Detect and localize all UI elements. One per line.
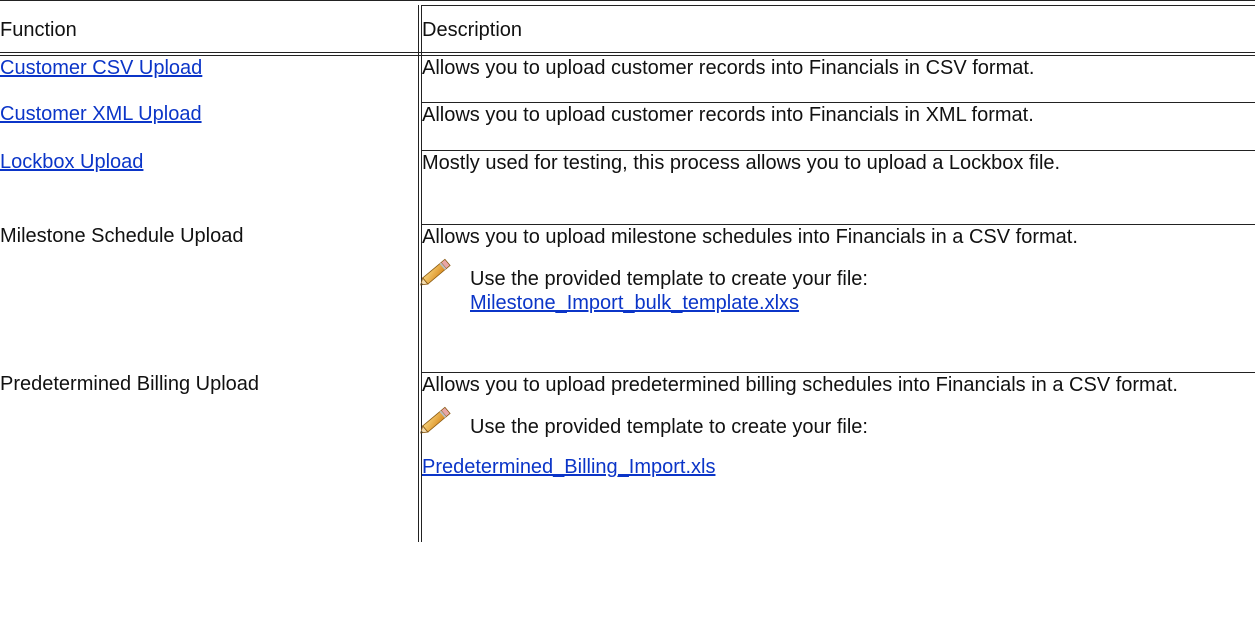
row-description: Allows you to upload customer records in… bbox=[422, 57, 1035, 79]
table-header-row: Function Description bbox=[0, 5, 1255, 56]
lockbox-upload-link[interactable]: Lockbox Upload bbox=[0, 151, 143, 173]
header-function: Function bbox=[0, 5, 422, 56]
table-row: Customer XML Upload Allows you to upload… bbox=[0, 101, 1255, 150]
header-description: Description bbox=[420, 5, 1255, 56]
note-text: Use the provided template to create your… bbox=[470, 267, 868, 290]
table-row: Predetermined Billing Upload Allows you … bbox=[0, 371, 1255, 542]
milestone-template-link[interactable]: Milestone_Import_bulk_template.xlxs bbox=[470, 291, 868, 315]
table-row: Milestone Schedule Upload Allows you to … bbox=[0, 223, 1255, 372]
customer-csv-upload-link[interactable]: Customer CSV Upload bbox=[0, 57, 202, 79]
row-description: Allows you to upload milestone schedules… bbox=[422, 225, 1078, 248]
pencil-note-icon bbox=[420, 406, 451, 433]
note-callout: Use the provided template to create your… bbox=[420, 258, 1255, 315]
row-description: Mostly used for testing, this process al… bbox=[422, 151, 1061, 174]
table-row: Customer CSV Upload Allows you to upload… bbox=[0, 53, 1255, 102]
pencil-note-icon bbox=[420, 258, 451, 285]
predetermined-billing-template-link[interactable]: Predetermined_Billing_Import.xls bbox=[422, 455, 1255, 479]
note-callout: Use the provided template to create your… bbox=[420, 406, 1255, 439]
predetermined-billing-upload-label: Predetermined Billing Upload bbox=[0, 373, 260, 395]
note-text: Use the provided template to create your… bbox=[470, 415, 868, 438]
row-description: Allows you to upload customer records in… bbox=[422, 103, 1034, 126]
customer-xml-upload-link[interactable]: Customer XML Upload bbox=[0, 103, 202, 125]
upload-functions-table: Function Description Customer CSV Upload… bbox=[0, 5, 1255, 542]
table-row: Lockbox Upload Mostly used for testing, … bbox=[0, 149, 1255, 224]
row-description: Allows you to upload predetermined billi… bbox=[422, 373, 1178, 396]
milestone-schedule-upload-label: Milestone Schedule Upload bbox=[0, 225, 244, 247]
